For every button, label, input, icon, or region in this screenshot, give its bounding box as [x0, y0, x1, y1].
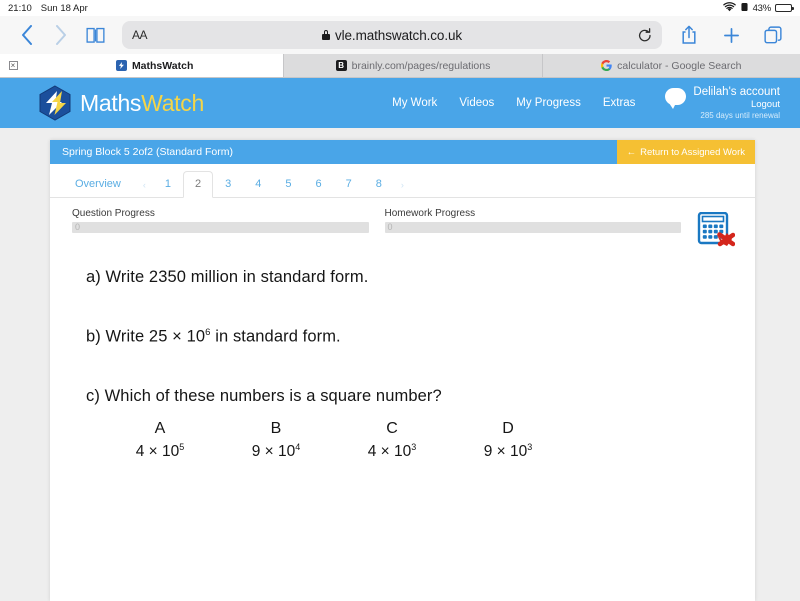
mathswatch-logo[interactable]: MathsWatch — [38, 85, 204, 121]
site-header: MathsWatch My Work Videos My Progress Ex… — [0, 78, 800, 128]
question-progress-label: Question Progress — [72, 208, 155, 219]
answer-options: A 4 × 105 B 9 × 104 C 4 × 103 D 9 × 103 — [50, 420, 755, 461]
tab-next-arrow-icon[interactable]: › — [394, 173, 411, 198]
tab-question-1[interactable]: 1 — [153, 171, 183, 198]
nav-item-my-progress[interactable]: My Progress — [516, 97, 581, 109]
speech-bubble-icon — [665, 87, 687, 109]
option-d[interactable]: D 9 × 103 — [464, 420, 552, 461]
lock-icon — [321, 30, 330, 40]
tab-question-3[interactable]: 3 — [213, 171, 243, 198]
option-c-letter: C — [386, 419, 398, 437]
mathswatch-logo-icon — [38, 85, 72, 121]
browser-tab-google[interactable]: calculator - Google Search — [541, 54, 800, 77]
tab-overview[interactable]: Overview — [60, 171, 136, 198]
question-content: a) Write 2350 million in standard form. … — [50, 248, 755, 601]
alarm-icon — [740, 2, 749, 15]
browser-tab-strip: × MathsWatch B brainly.com/pages/regulat… — [0, 54, 800, 78]
renewal-text: 285 days until renewal — [700, 111, 780, 121]
homework-progress-value: 0 — [387, 222, 393, 232]
browser-tab-label: calculator - Google Search — [617, 59, 742, 72]
tab-question-6[interactable]: 6 — [303, 171, 333, 198]
browser-tab-brainly[interactable]: B brainly.com/pages/regulations — [283, 54, 542, 77]
option-a[interactable]: A 4 × 105 — [116, 420, 204, 461]
wifi-icon — [722, 1, 736, 15]
homework-progress: Homework Progress 0 — [384, 208, 681, 233]
question-part-b-pre: b) Write 25 × 10 — [86, 327, 206, 346]
tab-question-5[interactable]: 5 — [273, 171, 303, 198]
assignment-header: Spring Block 5 2of2 (Standard Form) ← Re… — [50, 140, 755, 164]
url-text: vle.mathswatch.co.uk — [334, 27, 463, 43]
logout-link[interactable]: Logout — [693, 99, 780, 111]
tab-question-2[interactable]: 2 — [182, 171, 214, 198]
question-progress-value: 0 — [75, 222, 81, 232]
account-area[interactable]: Delilah's account Logout 285 days until … — [665, 85, 780, 121]
battery-icon — [775, 3, 794, 13]
option-b[interactable]: B 9 × 104 — [232, 420, 320, 461]
address-bar[interactable]: AA vle.mathswatch.co.uk — [122, 21, 662, 49]
page-body: Spring Block 5 2of2 (Standard Form) ← Re… — [0, 128, 800, 601]
tab-prev-arrow-icon[interactable]: ‹ — [136, 173, 153, 198]
google-favicon-icon — [601, 60, 612, 71]
nav-item-videos[interactable]: Videos — [459, 97, 494, 109]
question-progress-bar: 0 — [72, 222, 369, 233]
option-c-value: 4 × 103 — [367, 441, 417, 460]
account-name[interactable]: Delilah's account — [693, 85, 780, 99]
tab-question-4[interactable]: 4 — [243, 171, 273, 198]
battery-percent: 43% — [752, 2, 772, 14]
option-a-value: 4 × 105 — [135, 441, 185, 460]
ios-status-bar: 21:10 Sun 18 Apr 43% — [0, 0, 800, 16]
nav-item-extras[interactable]: Extras — [603, 97, 636, 109]
close-icon: × — [8, 61, 18, 70]
option-b-value: 9 × 104 — [251, 441, 301, 460]
browser-tab-mathswatch[interactable]: MathsWatch — [26, 54, 284, 77]
site-nav: My Work Videos My Progress Extras Delila… — [392, 85, 780, 121]
browser-tab-label: brainly.com/pages/regulations — [351, 59, 491, 72]
question-part-c: c) Which of these numbers is a square nu… — [86, 386, 442, 405]
question-part-b-post: in standard form. — [210, 327, 341, 346]
forward-button[interactable] — [44, 18, 78, 52]
mathswatch-favicon-icon — [115, 60, 127, 71]
browser-toolbar: AA vle.mathswatch.co.uk — [0, 16, 800, 54]
option-a-letter: A — [154, 419, 166, 437]
option-d-value: 9 × 103 — [483, 441, 533, 460]
assignment-title: Spring Block 5 2of2 (Standard Form) — [62, 146, 233, 158]
question-progress: Question Progress 0 — [72, 208, 369, 233]
question-part-a: a) Write 2350 million in standard form. — [86, 268, 369, 286]
return-button-label: Return to Assigned Work — [640, 146, 745, 158]
back-arrow-icon: ← — [626, 146, 637, 158]
tab-question-8[interactable]: 8 — [364, 171, 394, 198]
assignment-card: Spring Block 5 2of2 (Standard Form) ← Re… — [50, 140, 755, 601]
calculator-not-allowed-icon — [697, 211, 736, 248]
question-part-b: b) Write 25 × 106 in standard form. — [50, 327, 755, 347]
back-button[interactable] — [10, 18, 44, 52]
return-to-assigned-work-button[interactable]: ← Return to Assigned Work — [616, 140, 755, 164]
option-c[interactable]: C 4 × 103 — [348, 420, 436, 461]
logo-text-maths: Maths — [80, 89, 142, 116]
close-tab-button[interactable]: × — [0, 54, 26, 77]
status-bar-time: 21:10 — [8, 2, 32, 14]
nav-item-my-work[interactable]: My Work — [392, 97, 437, 109]
status-bar-date: Sun 18 Apr — [40, 2, 88, 14]
new-tab-button[interactable] — [714, 18, 748, 52]
option-d-letter: D — [502, 419, 514, 437]
reload-button[interactable] — [638, 27, 652, 43]
logo-text-watch: Watch — [141, 89, 204, 116]
share-button[interactable] — [672, 18, 706, 52]
browser-tab-label: MathsWatch — [131, 59, 194, 72]
homework-progress-label: Homework Progress — [384, 208, 476, 219]
homework-progress-bar: 0 — [384, 222, 681, 233]
question-tabs: Overview ‹ 1 2 3 4 5 6 7 8 › — [50, 164, 755, 198]
tab-question-7[interactable]: 7 — [334, 171, 364, 198]
option-b-letter: B — [270, 419, 282, 437]
tab-overview-button[interactable] — [756, 18, 790, 52]
bookmarks-button[interactable] — [78, 18, 112, 52]
brainly-favicon-icon: B — [335, 60, 347, 71]
progress-row: Question Progress 0 Homework Progress 0 — [50, 198, 755, 248]
